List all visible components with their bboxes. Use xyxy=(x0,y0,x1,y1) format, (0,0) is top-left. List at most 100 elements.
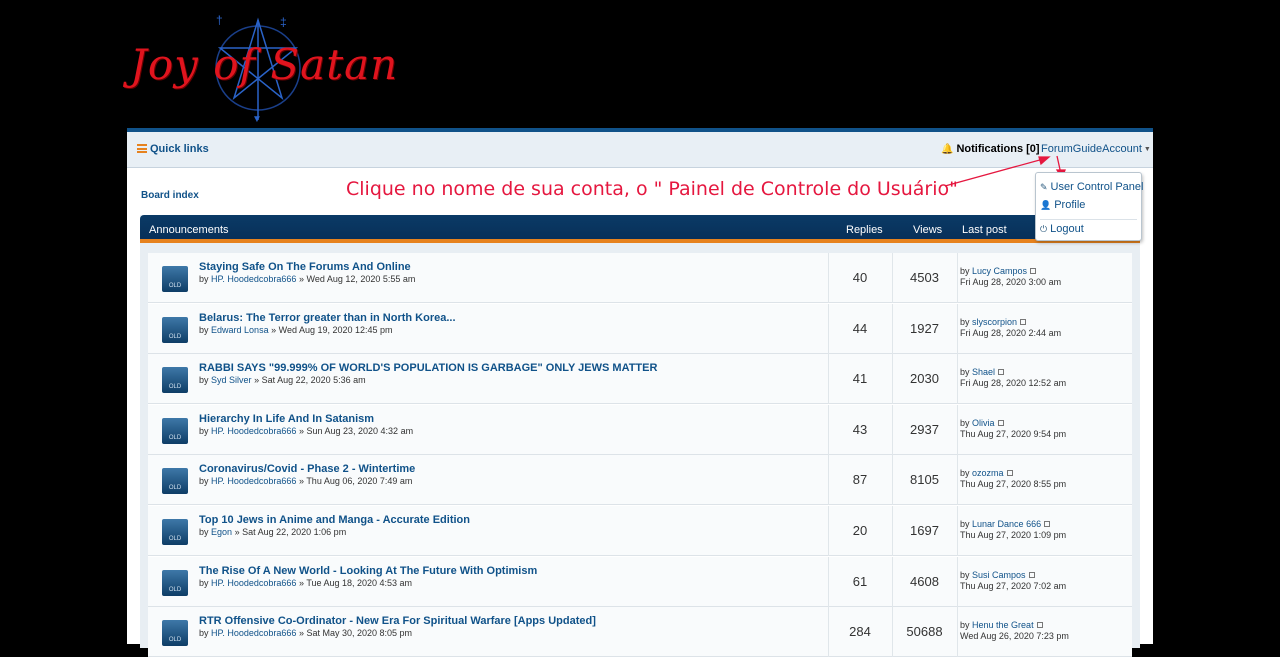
notifications-label: Notifications [0] xyxy=(956,143,1040,155)
site-logo[interactable]: † ‡ ▼ Joy of Satan xyxy=(128,12,397,124)
by-label: by xyxy=(960,519,970,529)
goto-last-post-icon[interactable] xyxy=(1044,521,1051,527)
goto-last-post-icon[interactable] xyxy=(1020,318,1027,325)
goto-last-post-icon[interactable] xyxy=(1006,470,1013,477)
table-row: OLD Coronavirus/Covid - Phase 2 - Wintert… xyxy=(148,455,1132,506)
replies-count: 61 xyxy=(852,573,868,589)
topic-title-link[interactable]: Belarus: The Terror greater than in Nort… xyxy=(199,312,456,324)
goto-last-post-icon[interactable] xyxy=(997,419,1004,426)
profile-link[interactable]: 👤 Profile xyxy=(1040,199,1085,211)
goto-last-post-icon[interactable] xyxy=(998,369,1005,376)
topic-author-link[interactable]: Egon xyxy=(211,527,232,537)
topic-author-link[interactable]: HP. Hoodedcobra666 xyxy=(211,274,296,284)
quick-links-button[interactable]: Quick links xyxy=(137,143,209,155)
last-post-info: by ozozma Thu Aug 27, 2020 8:55 pm xyxy=(960,468,1066,490)
last-post-author-link[interactable]: Henu the Great xyxy=(972,620,1034,630)
by-label: by xyxy=(199,476,209,487)
last-post-date: Thu Aug 27, 2020 9:54 pm xyxy=(960,428,1067,439)
header-announcements[interactable]: Announcements xyxy=(149,224,229,236)
topic-read-icon: OLD xyxy=(162,519,188,545)
topic-title-link[interactable]: RABBI SAYS "99.999% OF WORLD'S POPULATIO… xyxy=(199,362,657,374)
topic-author-link[interactable]: HP. Hoodedcobra666 xyxy=(211,578,296,588)
topic-author-link[interactable]: Edward Lonsa xyxy=(211,325,269,335)
topic-read-icon: OLD xyxy=(162,620,188,647)
topic-title-link[interactable]: RTR Offensive Co-Ordinator - New Era For… xyxy=(199,615,596,627)
table-header: Announcements Replies Views Last post xyxy=(140,215,1140,243)
last-post-author-link[interactable]: Olivia xyxy=(972,418,995,428)
topic-icon-label: OLD xyxy=(168,384,182,391)
goto-last-post-icon[interactable] xyxy=(1028,571,1035,578)
svg-text:†: † xyxy=(216,13,223,27)
column-divider xyxy=(957,404,958,455)
topic-author-link[interactable]: HP. Hoodedcobra666 xyxy=(211,476,296,486)
topic-read-icon: OLD xyxy=(162,266,188,292)
last-post-author-link[interactable]: Lunar Dance 666 xyxy=(972,519,1041,529)
topic-title-link[interactable]: Top 10 Jews in Anime and Manga - Accurat… xyxy=(199,514,470,526)
topic-title-link[interactable]: Staying Safe On The Forums And Online xyxy=(199,261,411,273)
account-menu-button[interactable]: ForumGuideAccount ▼ xyxy=(1041,143,1151,155)
profile-label: Profile xyxy=(1054,199,1086,211)
last-post-info: by Olivia Thu Aug 27, 2020 9:54 pm xyxy=(960,418,1066,440)
page-wrapper: Quick links 🔔 Notifications [0] ForumGuid… xyxy=(127,128,1153,657)
separator: » xyxy=(298,577,304,588)
column-divider xyxy=(957,607,958,657)
last-post-info: by Lunar Dance 666 Thu Aug 27, 2020 1:09 … xyxy=(960,519,1066,541)
topic-date: Wed Aug 12, 2020 5:55 am xyxy=(306,274,416,284)
topic-author-link[interactable]: Syd Silver xyxy=(211,375,252,385)
hamburger-icon xyxy=(137,144,147,153)
topic-title-link[interactable]: Coronavirus/Covid - Phase 2 - Wintertime xyxy=(199,463,415,475)
by-label: by xyxy=(199,577,209,588)
table-row: OLD Hierarchy In Life And In Satanism by H… xyxy=(148,404,1132,455)
breadcrumb-board-index[interactable]: Board index xyxy=(141,190,199,201)
by-label: by xyxy=(199,425,209,436)
topic-author-link[interactable]: HP. Hoodedcobra666 xyxy=(211,628,296,638)
topic-icon-label: OLD xyxy=(168,586,182,593)
column-divider xyxy=(957,303,958,354)
separator: » xyxy=(234,527,240,537)
last-post-info: by Shael Fri Aug 28, 2020 12:52 am xyxy=(960,367,1066,389)
column-divider xyxy=(957,506,958,556)
svg-text:▼: ▼ xyxy=(252,114,262,124)
last-post-date: Fri Aug 28, 2020 2:44 am xyxy=(960,327,1062,338)
last-post-author-link[interactable]: Lucy Campos xyxy=(972,266,1027,276)
last-post-info: by slyscorpion Fri Aug 28, 2020 2:44 am xyxy=(960,317,1061,339)
power-icon: ⏻ xyxy=(1040,224,1048,234)
column-divider xyxy=(957,455,958,506)
topic-title-link[interactable]: Hierarchy In Life And In Satanism xyxy=(199,413,374,425)
topic-read-icon: OLD xyxy=(162,417,188,444)
replies-count: 41 xyxy=(852,371,868,387)
topic-icon-label: OLD xyxy=(168,283,182,289)
separator: » xyxy=(254,375,260,386)
svg-text:‡: ‡ xyxy=(280,15,287,29)
navbar: Quick links 🔔 Notifications [0] ForumGuid… xyxy=(127,132,1153,168)
topic-author-link[interactable]: HP. Hoodedcobra666 xyxy=(211,426,296,436)
topic-byline: by HP. Hoodedcobra666 » Wed Aug 12, 2020… xyxy=(199,274,415,284)
by-label: by xyxy=(199,324,209,335)
topic-date: Sat Aug 22, 2020 1:06 pm xyxy=(242,527,347,537)
table-row: OLD Belarus: The Terror greater than in N… xyxy=(148,303,1132,354)
last-post-author-link[interactable]: Shael xyxy=(972,367,995,377)
column-divider xyxy=(957,556,958,607)
topic-date: Wed Aug 19, 2020 12:45 pm xyxy=(278,324,393,335)
notifications-button[interactable]: 🔔 Notifications [0] xyxy=(941,143,1040,155)
last-post-author-link[interactable]: slyscorpion xyxy=(972,317,1017,327)
account-name: ForumGuideAccount xyxy=(1041,143,1142,155)
goto-last-post-icon[interactable] xyxy=(1036,622,1043,629)
topic-date: Sat May 30, 2020 8:05 pm xyxy=(306,628,413,639)
topic-read-icon: OLD xyxy=(162,316,188,343)
last-post-date: Thu Aug 27, 2020 7:02 am xyxy=(960,580,1067,591)
last-post-author-link[interactable]: Susi Campos xyxy=(972,570,1026,580)
logout-link[interactable]: ⏻ Logout xyxy=(1040,223,1084,235)
topic-title-link[interactable]: The Rise Of A New World - Looking At The… xyxy=(199,565,537,577)
topic-icon-label: OLD xyxy=(168,637,182,644)
last-post-date: Thu Aug 27, 2020 8:55 pm xyxy=(960,479,1067,490)
goto-last-post-icon[interactable] xyxy=(1030,268,1037,274)
views-count: 1697 xyxy=(910,523,939,538)
column-divider xyxy=(957,354,958,405)
user-control-panel-link[interactable]: ✎ User Control Panel xyxy=(1040,181,1143,193)
replies-count: 40 xyxy=(852,270,868,285)
views-count: 8105 xyxy=(910,472,939,488)
views-count: 2030 xyxy=(910,371,939,387)
quick-links-label: Quick links xyxy=(150,143,209,155)
last-post-author-link[interactable]: ozozma xyxy=(972,468,1004,478)
